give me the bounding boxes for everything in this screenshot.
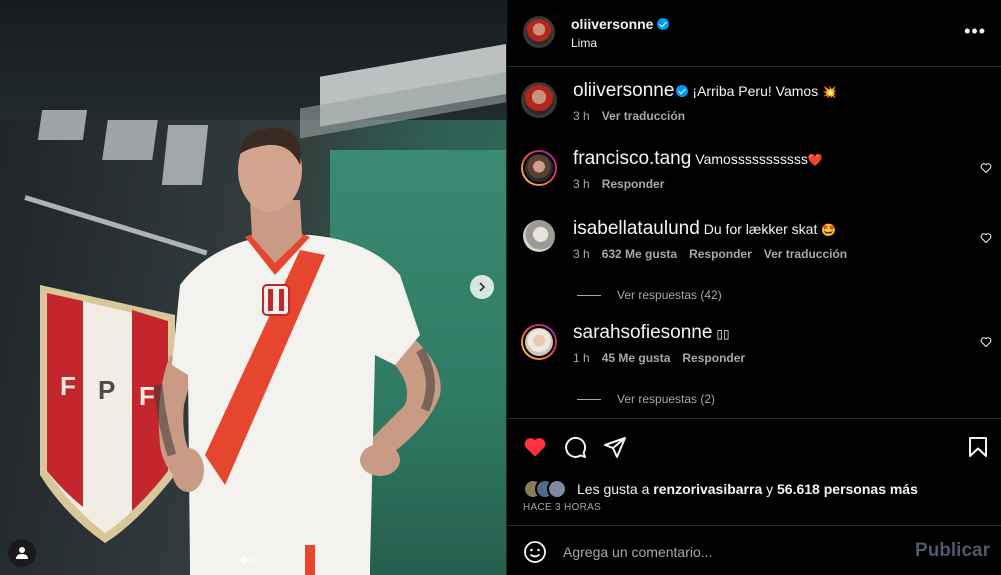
carousel-dot xyxy=(241,557,247,563)
verified-badge-icon xyxy=(676,85,689,97)
carousel-next-button[interactable] xyxy=(470,275,494,299)
comment-body: Du for lækker skat xyxy=(703,221,818,237)
comment-like-count[interactable]: 632 Me gusta xyxy=(602,247,677,261)
star-struck-emoji: 🤩 xyxy=(821,223,837,237)
likes-prefix: Les gusta a xyxy=(577,481,650,497)
replies-divider xyxy=(577,398,601,400)
comment-text: sarahsofiesonne ▯▯ xyxy=(573,322,962,343)
post-timestamp[interactable]: HACE 3 HORAS xyxy=(523,502,601,513)
replies-divider xyxy=(577,294,601,296)
comment-username[interactable]: oliiversonne xyxy=(573,80,674,101)
view-replies-label[interactable]: Ver respuestas (2) xyxy=(617,392,715,406)
save-bookmark-icon[interactable] xyxy=(966,435,990,459)
carousel-dot xyxy=(251,557,257,563)
publish-button[interactable]: Publicar xyxy=(915,540,990,562)
chevron-right-icon xyxy=(479,282,486,292)
likes-connector: y xyxy=(766,481,774,497)
comment-meta: 1 h 45 Me gusta Responder xyxy=(573,351,962,365)
like-comment-heart-icon[interactable] xyxy=(980,232,992,244)
share-send-icon[interactable] xyxy=(603,435,627,459)
verified-badge-icon xyxy=(657,18,670,30)
caption-body: ¡Arriba Peru! Vamos xyxy=(692,83,819,99)
comment-input[interactable] xyxy=(563,541,893,563)
view-replies-button[interactable]: Ver respuestas (42) xyxy=(577,288,722,302)
like-comment-heart-icon[interactable] xyxy=(980,162,992,174)
reply-button[interactable]: Responder xyxy=(689,247,752,261)
author-username[interactable]: oliiversonne xyxy=(571,16,653,32)
likes-summary: Les gusta a renzorivasibarra y 56.618 pe… xyxy=(523,479,918,499)
comment-username[interactable]: sarahsofiesonne xyxy=(573,322,712,343)
likes-others-link[interactable]: 56.618 personas más xyxy=(777,481,918,497)
like-heart-filled-icon[interactable] xyxy=(523,435,547,459)
carousel-indicator xyxy=(241,557,257,563)
caption-meta: 3 h Ver traducción xyxy=(573,109,962,123)
post-actions: Les gusta a renzorivasibarra y 56.618 pe… xyxy=(507,418,1001,526)
commenter-avatar[interactable] xyxy=(523,220,555,252)
translate-link[interactable]: Ver traducción xyxy=(602,109,685,123)
liker-username-link[interactable]: renzorivasibarra xyxy=(653,481,762,497)
heart-emoji: ❤️ xyxy=(807,153,823,167)
comment-meta: 3 h 632 Me gusta Responder Ver traducció… xyxy=(573,247,962,261)
comment-time[interactable]: 1 h xyxy=(573,351,590,365)
more-options-icon[interactable]: ••• xyxy=(964,22,986,40)
comment-like-count[interactable]: 45 Me gusta xyxy=(602,351,671,365)
tagged-users-button[interactable] xyxy=(8,539,36,567)
post-header: oliiversonne Lima ••• xyxy=(507,0,1001,67)
comment-icon[interactable] xyxy=(563,435,587,459)
emoji-glyph: ▯▯ xyxy=(716,327,730,341)
person-icon xyxy=(16,547,28,559)
comments-list: oliiversonne ¡Arriba Peru! Vamos 💥 3 h Ve… xyxy=(507,68,1001,418)
caption-text: oliiversonne ¡Arriba Peru! Vamos 💥 xyxy=(573,80,962,101)
comment-text: isabellataulund Du for lækker skat 🤩 xyxy=(573,218,962,239)
caption-time[interactable]: 3 h xyxy=(573,109,590,123)
post-media: F P F xyxy=(0,0,506,575)
comment-username[interactable]: francisco.tang xyxy=(573,148,691,169)
comment-username[interactable]: isabellataulund xyxy=(573,218,700,239)
liker-avatar xyxy=(547,479,567,499)
reply-button[interactable]: Responder xyxy=(602,177,665,191)
author-username-link[interactable]: oliiversonne xyxy=(571,16,670,32)
author-avatar[interactable] xyxy=(521,82,557,118)
like-comment-heart-icon[interactable] xyxy=(980,336,992,348)
player-photo xyxy=(153,127,441,575)
post-side-panel: oliiversonne Lima ••• oliiversonne ¡Arrib… xyxy=(506,0,1001,575)
crest-letter: P xyxy=(98,375,115,405)
view-replies-label[interactable]: Ver respuestas (42) xyxy=(617,288,722,302)
emoji-smiley-icon[interactable] xyxy=(523,540,547,564)
comment-text: francisco.tang Vamosssssssssss❤️ xyxy=(573,148,962,169)
reply-button[interactable]: Responder xyxy=(682,351,745,365)
comment-meta: 3 h Responder xyxy=(573,177,962,191)
view-replies-button[interactable]: Ver respuestas (2) xyxy=(577,392,715,406)
post-location[interactable]: Lima xyxy=(571,36,597,50)
crest-letter: F xyxy=(60,371,76,401)
comment-body: Vamosssssssssss xyxy=(695,151,808,167)
ceiling-light xyxy=(37,110,88,140)
liker-avatars[interactable] xyxy=(523,479,567,499)
translate-link[interactable]: Ver traducción xyxy=(764,247,847,261)
comment-time[interactable]: 3 h xyxy=(573,247,590,261)
add-comment-bar: Publicar xyxy=(507,527,1001,575)
collision-emoji: 💥 xyxy=(822,85,838,99)
commenter-avatar[interactable] xyxy=(521,324,557,360)
likes-text: Les gusta a renzorivasibarra y 56.618 pe… xyxy=(577,481,918,497)
author-avatar[interactable] xyxy=(523,16,555,48)
comment-time[interactable]: 3 h xyxy=(573,177,590,191)
commenter-avatar[interactable] xyxy=(521,150,557,186)
